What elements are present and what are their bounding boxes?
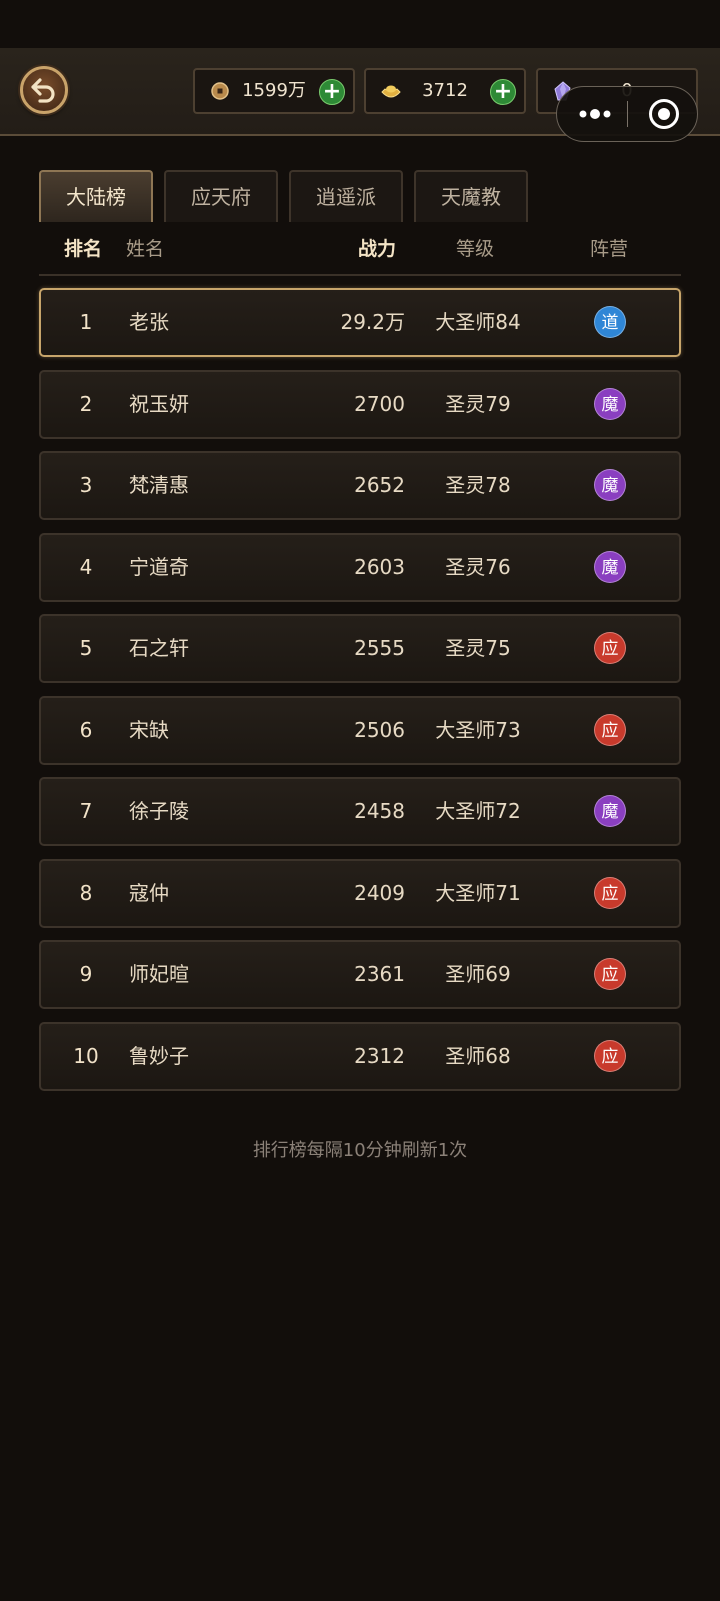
rank-cell: 4 [79,555,93,579]
rank-cell: 6 [79,718,93,742]
level-cell: 大圣师84 [435,310,521,334]
rank-cell: 1 [79,310,93,334]
header-faction: 阵营 [590,238,629,260]
table-row[interactable]: 9 师妃暄 2361 圣师69 应 [39,940,681,1009]
player-name-cell: 老张 [129,310,169,334]
player-name-cell: 梵清惠 [129,473,189,497]
level-cell: 圣灵76 [445,555,511,579]
tab-yingtianfu[interactable]: 应天府 [164,170,278,222]
table-row[interactable]: 1 老张 29.2万 大圣师84 道 [39,288,681,357]
level-cell: 圣灵75 [445,636,511,660]
player-name-cell: 寇仲 [129,881,169,905]
back-arrow-icon [31,78,55,103]
level-cell: 圣师68 [445,1044,511,1068]
header-divider [39,274,681,276]
faction-badge: 应 [594,632,626,664]
capsule-divider [627,101,628,127]
mini-program-capsule [556,86,698,142]
tab-continent[interactable]: 大陆榜 [39,170,153,222]
faction-badge: 应 [594,714,626,746]
gold-ingot-icon [381,85,401,98]
player-name-cell: 祝玉妍 [129,392,189,416]
faction-badge: 魔 [594,551,626,583]
power-cell: 2458 [354,799,405,823]
player-name-cell: 石之轩 [129,636,189,660]
table-row[interactable]: 8 寇仲 2409 大圣师71 应 [39,859,681,928]
add-copper-button[interactable]: + [319,79,345,105]
table-row[interactable]: 3 梵清惠 2652 圣灵78 魔 [39,451,681,520]
gold-ingot-counter: 3712 + [364,68,526,114]
rank-cell: 3 [79,473,93,497]
player-name-cell: 徐子陵 [129,799,189,823]
level-cell: 大圣师72 [435,799,521,823]
power-cell: 2361 [354,962,405,986]
faction-badge: 魔 [594,469,626,501]
rank-cell: 8 [79,881,93,905]
header-rank: 排名 [64,238,103,260]
table-row[interactable]: 10 鲁妙子 2312 圣师68 应 [39,1022,681,1091]
power-cell: 2652 [354,473,405,497]
copper-coin-counter: 1599万 + [193,68,355,114]
faction-badge: 应 [594,958,626,990]
rank-cell: 9 [79,962,93,986]
rank-cell: 2 [79,392,93,416]
tab-xiaoyaopai[interactable]: 逍遥派 [289,170,403,222]
rank-cell: 5 [79,636,93,660]
tab-tianmojiao[interactable]: 天魔教 [414,170,528,222]
player-name-cell: 宁道奇 [129,555,189,579]
level-cell: 大圣师71 [435,881,521,905]
faction-badge: 道 [594,306,626,338]
table-row[interactable]: 2 祝玉妍 2700 圣灵79 魔 [39,370,681,439]
copper-coin-icon [211,82,229,100]
faction-badge: 应 [594,877,626,909]
rank-cell: 7 [79,799,93,823]
level-cell: 圣师69 [445,962,511,986]
rank-cell: 10 [73,1044,99,1068]
table-row[interactable]: 5 石之轩 2555 圣灵75 应 [39,614,681,683]
faction-badge: 魔 [594,795,626,827]
power-cell: 2603 [354,555,405,579]
power-cell: 2555 [354,636,405,660]
close-mini-program-icon[interactable] [649,99,679,129]
table-row[interactable]: 4 宁道奇 2603 圣灵76 魔 [39,533,681,602]
table-row[interactable]: 6 宋缺 2506 大圣师73 应 [39,696,681,765]
faction-badge: 魔 [594,388,626,420]
header-power[interactable]: 战力 [358,236,396,262]
power-cell: 29.2万 [340,310,405,334]
gold-ingot-value: 3712 [422,80,468,101]
header-level[interactable]: 等级 [456,236,494,262]
table-row[interactable]: 7 徐子陵 2458 大圣师72 魔 [39,777,681,846]
power-cell: 2700 [354,392,405,416]
faction-badge: 应 [594,1040,626,1072]
copper-coin-value: 1599万 [242,80,306,101]
player-name-cell: 师妃暄 [129,962,189,986]
player-name-cell: 鲁妙子 [129,1044,189,1068]
refresh-note: 排行榜每隔10分钟刷新1次 [252,1140,468,1161]
add-gold-button[interactable]: + [490,79,516,105]
power-cell: 2506 [354,718,405,742]
more-options-icon[interactable] [577,87,617,141]
header-name: 姓名 [126,238,165,260]
level-cell: 圣灵79 [445,392,511,416]
level-cell: 圣灵78 [445,473,511,497]
level-cell: 大圣师73 [435,718,521,742]
power-cell: 2409 [354,881,405,905]
back-button[interactable] [20,66,68,114]
status-bar [0,0,720,48]
power-cell: 2312 [354,1044,405,1068]
player-name-cell: 宋缺 [129,718,169,742]
